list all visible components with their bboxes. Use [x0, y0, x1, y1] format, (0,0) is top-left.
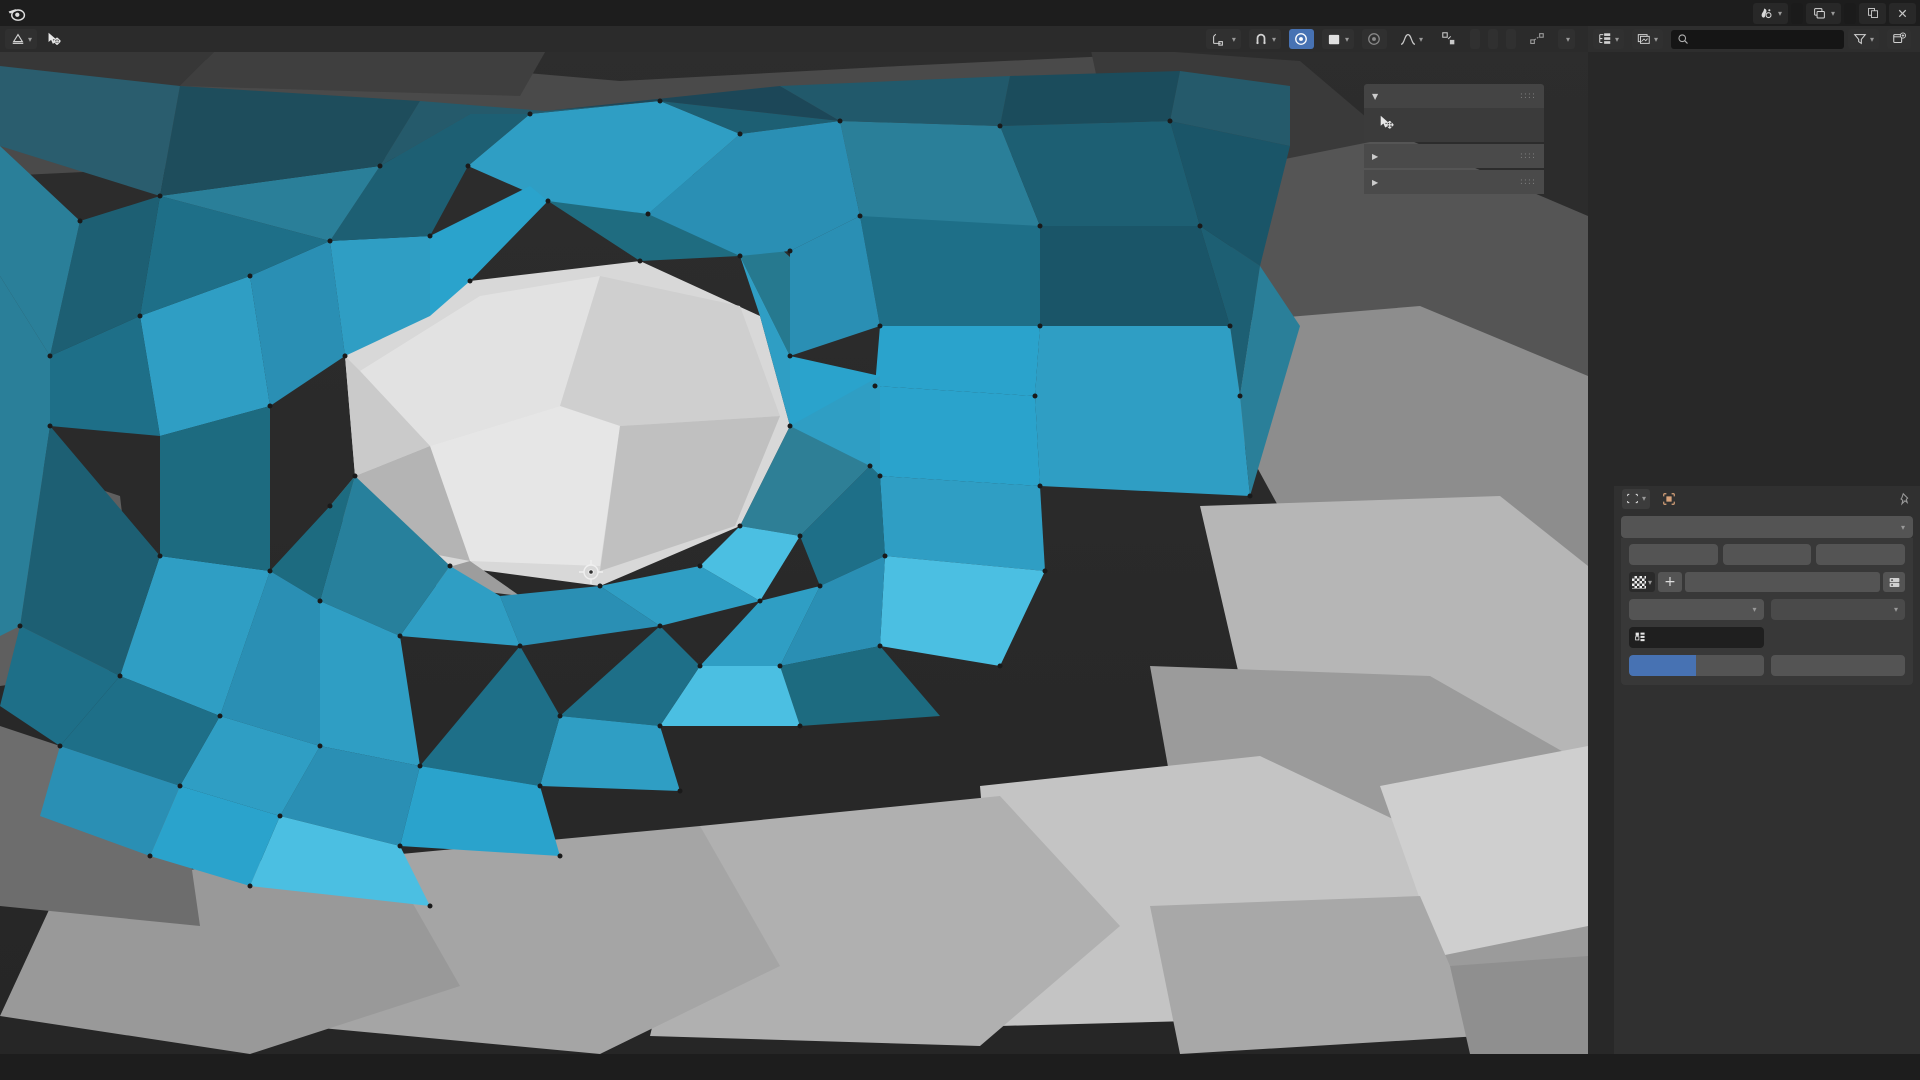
connected-only-icon — [1367, 32, 1382, 47]
vertex-group-row — [1629, 620, 1905, 648]
outliner-header: ▾ ▾ ▾ — [1588, 26, 1920, 52]
tweak-tool-icon — [1380, 115, 1394, 129]
3d-viewport[interactable]: ▾ ▾ ▾ ▾ ▾ ▾ ▼:::: ▶:::: ▶:::: — [0, 26, 1588, 1054]
properties-breadcrumb: ▾ — [1614, 486, 1920, 511]
snapping-selector[interactable]: ▾ — [1248, 29, 1281, 49]
active-tool-display[interactable] — [1364, 108, 1544, 142]
view-layer-selector[interactable]: ▾ — [1805, 2, 1841, 24]
panel-grip-icon: :::: — [1519, 176, 1536, 187]
editor-type-icon — [10, 32, 25, 47]
scene-name-field[interactable] — [1790, 2, 1803, 24]
outliner-filter-button[interactable]: ▾ — [1847, 29, 1879, 49]
outliner-editor-type-button[interactable]: ▾ — [1593, 29, 1625, 49]
new-view-layer-button[interactable] — [1859, 2, 1886, 24]
strength-slider[interactable] — [1770, 655, 1905, 676]
pin-icon[interactable] — [1898, 492, 1912, 506]
new-collection-icon — [1893, 32, 1906, 44]
texture-browse-button[interactable]: ▾ — [1629, 572, 1655, 592]
filter-id-icon — [1637, 34, 1650, 44]
vertex-group-input[interactable] — [1629, 627, 1764, 648]
copy-icon — [1865, 6, 1880, 21]
apply-as-shape-button[interactable] — [1722, 544, 1812, 565]
vertex-group-icon — [1635, 632, 1645, 642]
direction-texcoords-row: ▾ ▾ — [1629, 592, 1905, 620]
status-bar — [0, 1054, 1920, 1080]
options-panel-header[interactable]: ▶ :::: — [1364, 144, 1544, 168]
midlevel-strength-row — [1629, 655, 1905, 676]
editor-type-selector[interactable]: ▾ — [5, 29, 38, 49]
snap-magnet-icon — [1254, 32, 1269, 47]
mirror-x-toggle[interactable] — [1469, 29, 1480, 49]
auto-merge-icon[interactable] — [1524, 29, 1550, 49]
editor-icon — [1627, 493, 1638, 504]
workspace-panel-header[interactable]: ▶ :::: — [1364, 170, 1544, 194]
properties-editor-type-button[interactable]: ▾ — [1622, 488, 1651, 509]
mirror-z-toggle[interactable] — [1505, 29, 1516, 49]
x-icon: ✕ — [1897, 5, 1908, 21]
blender-window: ▾ ▾ ✕ ▾ ▾ ▾ ▾ ▾ ▾ ▼:::: ▶:::: ▶:::: ▾… — [0, 0, 1920, 1080]
show-texture-button[interactable] — [1883, 572, 1905, 592]
midlevel-slider[interactable] — [1629, 655, 1764, 676]
panel-grip-icon: :::: — [1519, 90, 1536, 101]
texture-coordinates-dropdown[interactable]: ▾ — [1770, 599, 1905, 620]
apply-button[interactable] — [1629, 544, 1718, 565]
outliner-editor[interactable]: ▾ ▾ ▾ — [1588, 26, 1920, 486]
add-texture-button[interactable]: + — [1658, 572, 1682, 592]
active-tool-panel-header[interactable]: ▼ :::: — [1364, 84, 1544, 108]
outliner-display-mode-icon — [1599, 33, 1611, 44]
mirror-y-toggle[interactable] — [1487, 29, 1498, 49]
properties-editor[interactable]: ▾ ▾ ▾ + ▾ ▾ — [1588, 486, 1920, 1054]
active-tool-indicator[interactable] — [41, 29, 68, 49]
add-workspace-button[interactable] — [52, 0, 72, 26]
displace-modifier-body: ▾ + ▾ ▾ — [1621, 538, 1913, 685]
viewport-options-menu[interactable]: ▾ — [1557, 29, 1575, 49]
blender-logo-icon — [6, 3, 26, 23]
outliner-tree — [1588, 52, 1920, 55]
new-texture-button[interactable] — [1685, 572, 1880, 592]
copy-button[interactable] — [1816, 544, 1906, 565]
scene-selector[interactable]: ▾ — [1752, 2, 1788, 24]
outliner-search-input[interactable] — [1671, 29, 1844, 49]
viewport-render[interactable] — [0, 26, 1588, 1054]
texture-row: ▾ + — [1629, 572, 1905, 592]
proportional-edit-icon — [1294, 32, 1309, 47]
panel-grip-icon: :::: — [1519, 150, 1536, 161]
top-bar-right: ▾ ▾ ✕ — [1752, 2, 1916, 24]
falloff-curve-icon[interactable]: ▾ — [1395, 29, 1428, 49]
view-layer-name-field[interactable] — [1844, 2, 1856, 24]
scene-icon — [1759, 6, 1774, 21]
filter-funnel-icon — [1853, 34, 1867, 45]
checker-texture-icon — [1631, 575, 1646, 589]
orientation-axes-icon — [1211, 32, 1226, 47]
proportional-editing-toggle[interactable] — [1288, 29, 1314, 49]
falloff-smooth-icon — [1327, 32, 1342, 47]
mirror-options-icon[interactable] — [1436, 29, 1462, 49]
view-layer-icon — [1812, 6, 1827, 21]
properties-content: ▾ ▾ ▾ + ▾ ▾ — [1614, 486, 1920, 1054]
properties-tab-column — [1588, 486, 1614, 1054]
add-modifier-button[interactable]: ▾ — [1621, 516, 1913, 538]
direction-dropdown[interactable]: ▾ — [1629, 599, 1764, 620]
viewport-header-right: ▾ ▾ ▾ ▾ ▾ — [1205, 29, 1583, 49]
top-bar: ▾ ▾ ✕ — [0, 0, 1920, 26]
viewport-header: ▾ ▾ ▾ ▾ ▾ ▾ — [0, 26, 1588, 52]
transform-orientation-selector[interactable]: ▾ — [1205, 29, 1241, 49]
proportional-connected-toggle[interactable] — [1361, 29, 1387, 49]
search-icon — [1678, 34, 1688, 44]
object-icon — [1661, 491, 1676, 506]
modifier-action-buttons — [1629, 544, 1906, 565]
viewport-sidebar: ▼ :::: ▶ :::: ▶ :::: — [1364, 84, 1544, 194]
outliner-filter-id-button[interactable]: ▾ — [1632, 29, 1664, 49]
proportional-falloff-selector[interactable]: ▾ — [1321, 29, 1354, 49]
new-collection-button[interactable] — [1887, 29, 1911, 49]
remove-view-layer-button[interactable]: ✕ — [1889, 2, 1916, 24]
texture-properties-icon — [1889, 577, 1899, 587]
